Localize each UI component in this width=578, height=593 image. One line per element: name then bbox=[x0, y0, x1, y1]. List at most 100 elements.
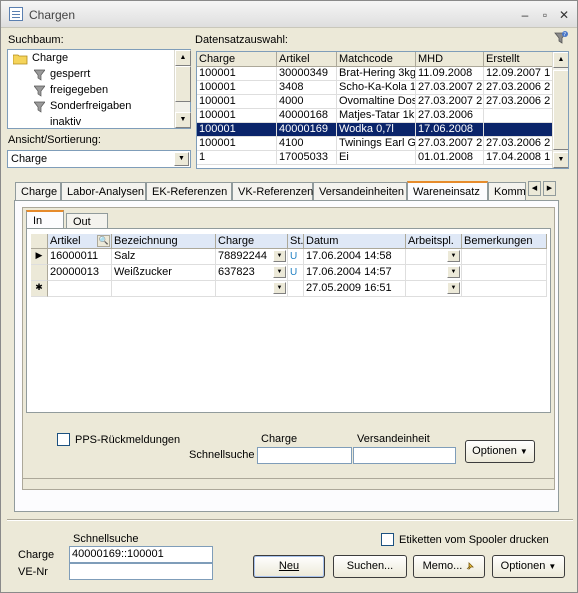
scroll-up-icon[interactable]: ▲ bbox=[175, 50, 191, 66]
table-cell[interactable]: Weißzucker bbox=[112, 265, 216, 281]
table-cell[interactable]: ▼ bbox=[406, 281, 462, 297]
scroll-up-icon[interactable]: ▲ bbox=[553, 52, 568, 68]
column-header[interactable]: Matchcode bbox=[337, 52, 416, 67]
search-icon[interactable]: 🔍 bbox=[97, 235, 110, 247]
row-marker[interactable] bbox=[31, 265, 48, 281]
table-cell[interactable] bbox=[112, 281, 216, 297]
table-cell[interactable]: ▼ bbox=[216, 281, 288, 297]
suchen-button[interactable]: Suchen... bbox=[333, 555, 407, 578]
tab-versandeinheiten[interactable]: Versandeinheiten bbox=[313, 182, 407, 201]
etiketten-checkbox[interactable] bbox=[381, 533, 394, 546]
datensatz-grid[interactable]: Charge Artikel Matchcode MHD Erstellt 100001… bbox=[196, 51, 569, 169]
column-header[interactable]: Artikel bbox=[277, 52, 337, 67]
row-marker[interactable]: ✱ bbox=[31, 281, 48, 297]
chevron-down-icon[interactable]: ▼ bbox=[447, 266, 460, 278]
charge-input[interactable]: 40000169::100001 bbox=[69, 546, 213, 563]
chevron-down-icon[interactable]: ▼ bbox=[174, 152, 189, 166]
table-cell[interactable]: ▼ bbox=[406, 265, 462, 281]
column-header[interactable]: St. bbox=[288, 234, 304, 249]
table-cell: 27.03.2007 2 bbox=[416, 81, 484, 95]
wareneinsatz-grid[interactable]: Artikel 🔍 Bezeichnung Charge St. Datum Arbeits… bbox=[31, 234, 547, 297]
tab-charge[interactable]: Charge bbox=[15, 182, 61, 201]
table-cell[interactable] bbox=[462, 249, 547, 265]
table-cell: 17.04.2008 1 bbox=[484, 151, 554, 165]
table-cell[interactable] bbox=[462, 265, 547, 281]
table-cell[interactable]: 637823 ▼ bbox=[216, 265, 288, 281]
table-cell[interactable]: 16000011 bbox=[48, 249, 112, 265]
table-cell: 27.03.2007 2 bbox=[416, 95, 484, 109]
table-cell bbox=[484, 123, 554, 137]
tab-scroll-left-icon[interactable]: ◀ bbox=[528, 181, 541, 196]
table-cell: Brat-Hering 3kg bbox=[337, 67, 416, 81]
ansicht-select[interactable]: Charge ▼ bbox=[7, 150, 191, 168]
table-cell: 100001 bbox=[197, 137, 277, 151]
chevron-down-icon[interactable]: ▼ bbox=[447, 250, 460, 262]
tab-kommis[interactable]: Kommis bbox=[488, 182, 526, 201]
memo-button[interactable]: Memo... bbox=[413, 555, 485, 578]
venr-input[interactable] bbox=[69, 563, 213, 580]
table-cell: 11.09.2008 bbox=[416, 67, 484, 81]
table-cell[interactable]: 17.06.2004 14:58 bbox=[304, 249, 406, 265]
tree-scrollbar[interactable]: ▲ ▼ bbox=[174, 50, 191, 128]
chevron-down-icon: ▼ bbox=[519, 447, 528, 456]
chevron-down-icon[interactable]: ▼ bbox=[447, 282, 460, 294]
optionen-inner-button[interactable]: Optionen ▼ bbox=[465, 440, 535, 463]
app-icon bbox=[9, 7, 23, 21]
chevron-down-icon[interactable]: ▼ bbox=[273, 282, 286, 294]
tab-vk-referenzen[interactable]: VK-Referenzen bbox=[232, 182, 313, 201]
table-cell[interactable]: Salz bbox=[112, 249, 216, 265]
datensatz-scrollbar[interactable]: ▲ ▼ bbox=[552, 52, 568, 168]
tree-item-freigegeben[interactable]: freigegeben bbox=[34, 84, 108, 99]
column-header[interactable]: Artikel 🔍 bbox=[48, 234, 112, 249]
minimize-icon[interactable]: ‒ bbox=[518, 8, 532, 22]
suchbaum-tree[interactable]: Charge gesperrt freigegeben Sonderfreiga… bbox=[7, 49, 191, 129]
table-cell[interactable] bbox=[288, 281, 304, 297]
table-cell[interactable] bbox=[48, 281, 112, 297]
chevron-down-icon[interactable]: ▼ bbox=[273, 266, 286, 278]
tab-wareneinsatz[interactable]: Wareneinsatz bbox=[407, 181, 488, 202]
table-cell[interactable]: 78892244 ▼ bbox=[216, 249, 288, 265]
maximize-icon[interactable]: ▫ bbox=[538, 8, 552, 22]
column-header[interactable]: Erstellt bbox=[484, 52, 554, 67]
versandeinheit-search-input[interactable] bbox=[353, 447, 456, 464]
scroll-down-icon[interactable]: ▼ bbox=[553, 152, 568, 168]
row-marker[interactable]: ▶ bbox=[31, 249, 48, 265]
tab-labor-analysen[interactable]: Labor-Analysen bbox=[61, 182, 146, 201]
footer-divider bbox=[7, 519, 573, 520]
table-cell[interactable] bbox=[462, 281, 547, 297]
chevron-down-icon[interactable]: ▼ bbox=[273, 250, 286, 262]
charge-search-input[interactable] bbox=[257, 447, 352, 464]
tree-item-inaktiv[interactable]: inaktiv bbox=[50, 116, 81, 128]
charge-label: Charge bbox=[18, 549, 55, 561]
subtab-out[interactable]: Out bbox=[66, 213, 108, 229]
table-cell: 17005033 bbox=[277, 151, 337, 165]
column-header[interactable]: Bezeichnung bbox=[112, 234, 216, 249]
close-icon[interactable]: ✕ bbox=[557, 8, 571, 22]
neu-button[interactable]: Neu bbox=[253, 555, 325, 578]
scroll-thumb[interactable] bbox=[175, 66, 191, 102]
subtab-in[interactable]: In bbox=[26, 210, 64, 229]
tab-ek-referenzen[interactable]: EK-Referenzen bbox=[146, 182, 232, 201]
table-cell[interactable]: U bbox=[288, 249, 304, 265]
column-header[interactable]: Charge bbox=[216, 234, 288, 249]
tree-item-sonderfreigaben[interactable]: Sonderfreigaben bbox=[34, 100, 131, 115]
column-header[interactable]: Bemerkungen bbox=[462, 234, 547, 249]
column-header[interactable]: Arbeitspl. bbox=[406, 234, 462, 249]
table-cell[interactable]: 17.06.2004 14:57 bbox=[304, 265, 406, 281]
pps-checkbox[interactable] bbox=[57, 433, 70, 446]
column-header[interactable]: Datum bbox=[304, 234, 406, 249]
scroll-down-icon[interactable]: ▼ bbox=[175, 112, 191, 128]
column-header[interactable]: Charge bbox=[197, 52, 277, 67]
tree-item-gesperrt[interactable]: gesperrt bbox=[34, 68, 90, 83]
column-header[interactable]: MHD bbox=[416, 52, 484, 67]
table-cell[interactable]: 27.05.2009 16:51 bbox=[304, 281, 406, 297]
table-cell[interactable]: U bbox=[288, 265, 304, 281]
tab-scroll-right-icon[interactable]: ▶ bbox=[543, 181, 556, 196]
scroll-thumb[interactable] bbox=[553, 70, 568, 150]
table-cell: 12.09.2007 1 bbox=[484, 67, 554, 81]
tree-item-charge[interactable]: Charge bbox=[13, 52, 70, 67]
table-cell[interactable]: ▼ bbox=[406, 249, 462, 265]
table-cell[interactable]: 20000013 bbox=[48, 265, 112, 281]
funnel-help-icon[interactable]: ? bbox=[553, 30, 569, 46]
optionen-button[interactable]: Optionen ▼ bbox=[492, 555, 565, 578]
